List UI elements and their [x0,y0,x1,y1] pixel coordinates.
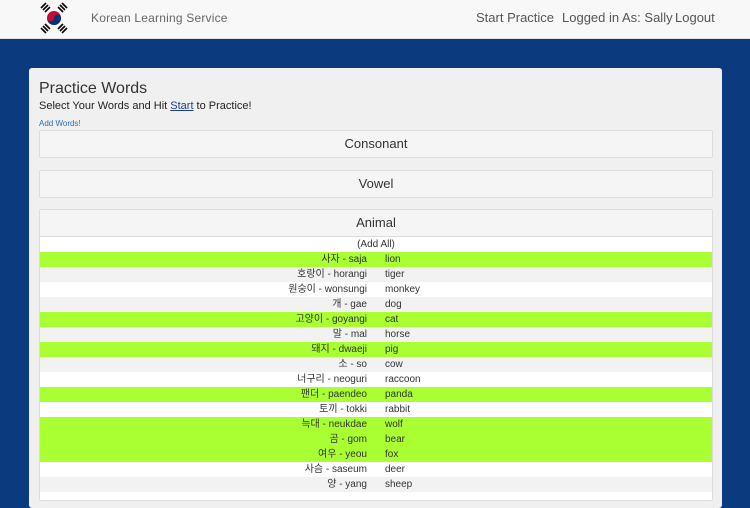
word-row[interactable]: 돼지 - dwaeji pig [40,342,712,357]
word-korean: 사슴 - saseum [304,464,367,475]
word-korean: 토끼 - tokki [319,404,367,415]
word-english: raccoon [385,374,421,385]
word-english: panda [385,389,413,400]
word-english: fox [385,449,399,460]
word-english: dog [385,299,402,310]
instructions-before: Select Your Words and Hit [39,100,171,112]
word-row[interactable]: 사슴 - saseum deer [40,462,712,477]
word-korean: 늑대 - neukdae [301,419,367,430]
word-english: cow [385,359,403,370]
word-row[interactable]: 늑대 - neukdae wolf [40,417,712,432]
instructions-after: to Practice! [193,100,252,112]
word-korean: 소 - so [338,359,367,370]
page-title: Practice Words [39,80,148,97]
word-english: tiger [385,269,405,280]
word-korean: 호랑이 - horangi [297,269,367,280]
word-english: wolf [385,419,403,430]
top-navbar: Korean Learning Service Start Practice L… [0,0,750,39]
word-korean: 양 - yang [327,479,367,490]
category-animal[interactable]: Animal [40,210,712,237]
category-animal-panel: Animal (Add All) 사자 - saja lion 호랑이 - hora… [39,209,713,501]
word-english: rabbit [385,404,411,415]
word-korean: 개 - gae [332,299,367,310]
word-row[interactable]: 여우 - yeou fox [40,447,712,462]
word-row[interactable]: 원숭이 - wonsungi monkey [40,282,712,297]
word-row[interactable]: 호랑이 - horangi tiger [40,267,712,282]
word-row[interactable]: 소 - so cow [40,357,712,372]
word-row[interactable]: 너구리 - neoguri raccoon [40,372,712,387]
word-row[interactable]: 토끼 - tokki rabbit [40,402,712,417]
word-english: lion [385,254,401,265]
word-row[interactable]: 양 - yang sheep [40,477,712,492]
word-korean: 너구리 - neoguri [297,374,367,385]
word-list: 사자 - saja lion 호랑이 - horangi tiger 원숭이 - won… [40,252,712,492]
word-english: pig [385,344,399,355]
word-english: bear [385,434,406,445]
word-english: cat [385,314,399,325]
word-english: deer [385,464,406,475]
word-korean: 사자 - saja [321,254,367,265]
brand-title[interactable]: Korean Learning Service [91,11,228,25]
word-english: monkey [385,284,421,295]
word-english: sheep [385,479,413,490]
add-all-button[interactable]: (Add All) [40,237,712,252]
word-english: horse [385,329,411,340]
word-korean: 팬더 - paendeo [300,389,367,400]
word-korean: 고양이 - goyangi [295,314,367,325]
add-words-link[interactable]: Add Words! [39,119,81,128]
word-korean: 말 - mal [332,329,367,340]
word-row[interactable]: 사자 - saja lion [40,252,712,267]
logged-in-user-link[interactable]: Logged in As: Sally [562,10,673,25]
word-korean: 원숭이 - wonsungi [288,284,367,295]
category-vowel[interactable]: Vowel [39,170,713,198]
word-row[interactable]: 고양이 - goyangi cat [40,312,712,327]
practice-words-panel: Practice Words Select Your Words and Hit… [29,68,722,508]
word-korean: 돼지 - dwaeji [311,344,367,355]
word-row[interactable]: 팬더 - paendeo panda [40,387,712,402]
korean-flag-logo-icon[interactable] [38,2,70,34]
logout-link[interactable]: Logout [675,10,715,25]
word-korean: 여우 - yeou [318,449,367,460]
word-row[interactable]: 곰 - gom bear [40,432,712,447]
category-consonant[interactable]: Consonant [39,130,713,158]
word-row[interactable]: 개 - gae dog [40,297,712,312]
start-link[interactable]: Start [170,100,193,112]
word-korean: 곰 - gom [329,434,367,445]
instructions-text: Select Your Words and Hit Start to Pract… [39,100,252,112]
word-row[interactable]: 말 - mal horse [40,327,712,342]
start-practice-link[interactable]: Start Practice [476,10,554,25]
